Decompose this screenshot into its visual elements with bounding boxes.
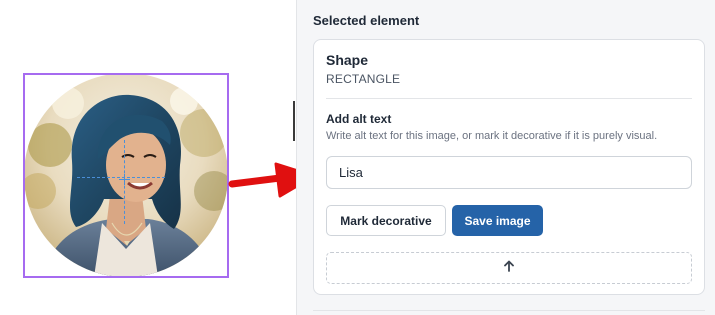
arrow-up-icon xyxy=(503,259,515,277)
alt-text-heading: Add alt text xyxy=(326,112,392,126)
crosshair-icon xyxy=(119,172,130,185)
mark-decorative-button[interactable]: Mark decorative xyxy=(326,205,446,236)
inspector-panel: Selected element Shape RECTANGLE Add alt… xyxy=(296,0,715,315)
design-canvas[interactable] xyxy=(0,0,316,315)
shape-label: Shape xyxy=(326,52,369,68)
alt-text-help: Write alt text for this image, or mark i… xyxy=(326,130,658,142)
panel-title: Selected element xyxy=(313,13,420,28)
shape-type: RECTANGLE xyxy=(326,72,401,86)
element-card: Shape RECTANGLE Add alt text Write alt t… xyxy=(313,39,705,295)
alt-text-input[interactable] xyxy=(326,156,692,189)
save-image-button[interactable]: Save image xyxy=(452,205,543,236)
panel-edge-indicator xyxy=(293,101,295,141)
upload-dropzone[interactable] xyxy=(326,252,692,284)
card-divider xyxy=(326,98,692,99)
panel-bottom-divider xyxy=(313,310,705,311)
